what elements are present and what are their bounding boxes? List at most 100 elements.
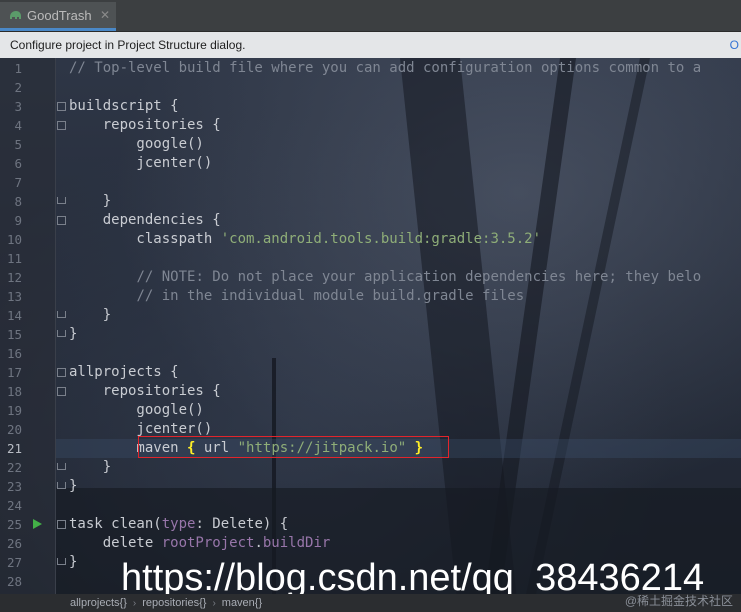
tab-label: GoodTrash xyxy=(27,7,92,23)
watermark-site: @稀土掘金技术社区 xyxy=(624,594,733,608)
code-text: delete rootProject.buildDir xyxy=(69,535,331,551)
fold-end-marker-icon[interactable] xyxy=(57,482,66,489)
code-text: } xyxy=(69,326,78,342)
code-line[interactable]: 2 xyxy=(0,78,741,97)
line-number: 13 xyxy=(6,289,22,304)
code-line[interactable]: 19 google() xyxy=(0,401,741,420)
code-text: google() xyxy=(69,136,204,152)
line-number: 28 xyxy=(6,574,22,589)
code-line[interactable]: 10 classpath 'com.android.tools.build:gr… xyxy=(0,230,741,249)
code-text: task clean(type: Delete) { xyxy=(69,516,289,532)
line-number: 18 xyxy=(6,384,22,399)
fold-end-marker-icon[interactable] xyxy=(57,197,66,204)
code-text: // in the individual module build.gradle… xyxy=(136,288,525,304)
line-number: 24 xyxy=(6,498,22,513)
fold-marker-icon[interactable] xyxy=(57,368,66,377)
line-number: 14 xyxy=(6,308,22,323)
fold-end-marker-icon[interactable] xyxy=(57,558,66,565)
line-number: 17 xyxy=(6,365,22,380)
fold-end-marker-icon[interactable] xyxy=(57,311,66,318)
notification-bar: Configure project in Project Structure d… xyxy=(0,32,741,58)
line-number: 19 xyxy=(6,403,22,418)
line-number: 3 xyxy=(14,99,22,114)
fold-end-marker-icon[interactable] xyxy=(57,330,66,337)
line-number: 16 xyxy=(6,346,22,361)
code-line[interactable]: 3 buildscript { xyxy=(0,97,741,116)
editor-tab-bar: GoodTrash ✕ xyxy=(0,0,741,32)
line-number: 20 xyxy=(6,422,22,437)
code-line[interactable]: 1 // Top-level build file where you can a… xyxy=(0,59,741,78)
code-editor[interactable]: 1 // Top-level build file where you can a… xyxy=(0,58,741,594)
code-text: classpath 'com.android.tools.build:gradl… xyxy=(69,231,542,247)
line-number: 6 xyxy=(14,156,22,171)
annotation-red-box xyxy=(138,436,449,458)
line-number: 12 xyxy=(6,270,22,285)
code-line[interactable]: 12 // NOTE: Do not place your applicatio… xyxy=(0,268,741,287)
code-line[interactable]: 8 } xyxy=(0,192,741,211)
code-line[interactable]: 15} xyxy=(0,325,741,344)
code-text: } xyxy=(69,459,112,475)
code-line[interactable]: 11 xyxy=(0,249,741,268)
tab-goodtrash[interactable]: GoodTrash ✕ xyxy=(0,2,116,31)
line-number: 11 xyxy=(6,251,22,266)
code-line[interactable]: 5 google() xyxy=(0,135,741,154)
code-line[interactable]: 22 } xyxy=(0,458,741,477)
code-text: } xyxy=(69,307,112,323)
code-text: // Top-level build file where you can ad… xyxy=(69,60,702,76)
fold-marker-icon[interactable] xyxy=(57,121,66,130)
line-number: 22 xyxy=(6,460,22,475)
code-line[interactable]: 18 repositories { xyxy=(0,382,741,401)
line-number: 26 xyxy=(6,536,22,551)
code-text: allprojects { xyxy=(69,364,179,380)
code-text: jcenter() xyxy=(69,155,213,171)
gradle-elephant-icon xyxy=(10,11,21,19)
chevron-right-icon: › xyxy=(212,597,216,609)
code-line[interactable]: 23} xyxy=(0,477,741,496)
code-text: buildscript { xyxy=(69,98,179,114)
close-icon[interactable]: ✕ xyxy=(100,8,110,22)
line-number: 2 xyxy=(14,80,22,95)
code-text: } xyxy=(69,554,78,570)
line-number: 10 xyxy=(6,232,22,247)
fold-marker-icon[interactable] xyxy=(57,387,66,396)
fold-end-marker-icon[interactable] xyxy=(57,463,66,470)
code-line[interactable]: 25 task clean(type: Delete) { xyxy=(0,515,741,534)
code-line[interactable]: 6 jcenter() xyxy=(0,154,741,173)
line-number: 15 xyxy=(6,327,22,342)
line-number: 25 xyxy=(6,517,22,532)
line-number: 23 xyxy=(6,479,22,494)
breadcrumb-item[interactable]: allprojects{} xyxy=(70,597,127,609)
code-line[interactable]: 13 // in the individual module build.gra… xyxy=(0,287,741,306)
notification-action-link[interactable]: O xyxy=(730,38,739,52)
code-line[interactable]: 17 allprojects { xyxy=(0,363,741,382)
code-text: repositories { xyxy=(69,383,221,399)
code-text: } xyxy=(69,478,78,494)
notification-text: Configure project in Project Structure d… xyxy=(10,38,246,52)
code-line[interactable]: 14 } xyxy=(0,306,741,325)
line-number: 5 xyxy=(14,137,22,152)
line-number: 21 xyxy=(6,441,22,456)
line-number: 27 xyxy=(6,555,22,570)
code-text: } xyxy=(69,193,112,209)
code-text: // NOTE: Do not place your application d… xyxy=(136,269,702,285)
line-number: 4 xyxy=(14,118,22,133)
code-line[interactable]: 26 delete rootProject.buildDir xyxy=(0,534,741,553)
fold-marker-icon[interactable] xyxy=(57,102,66,111)
fold-marker-icon[interactable] xyxy=(57,216,66,225)
code-line[interactable]: 9 dependencies { xyxy=(0,211,741,230)
code-text: dependencies { xyxy=(69,212,221,228)
line-number: 1 xyxy=(14,61,22,76)
code-line[interactable]: 4 repositories { xyxy=(0,116,741,135)
code-line[interactable]: 7 xyxy=(0,173,741,192)
chevron-right-icon: › xyxy=(132,597,137,609)
code-line[interactable]: 16 xyxy=(0,344,741,363)
line-number: 8 xyxy=(14,194,22,209)
line-number: 7 xyxy=(14,175,22,190)
breadcrumb-item[interactable]: repositories{} xyxy=(142,597,206,609)
code-line[interactable]: 24 xyxy=(0,496,741,515)
breadcrumb-item[interactable]: maven{} xyxy=(222,597,262,609)
code-text: google() xyxy=(69,402,204,418)
run-gutter-icon[interactable] xyxy=(33,519,42,529)
fold-marker-icon[interactable] xyxy=(57,520,66,529)
code-text: repositories { xyxy=(69,117,221,133)
